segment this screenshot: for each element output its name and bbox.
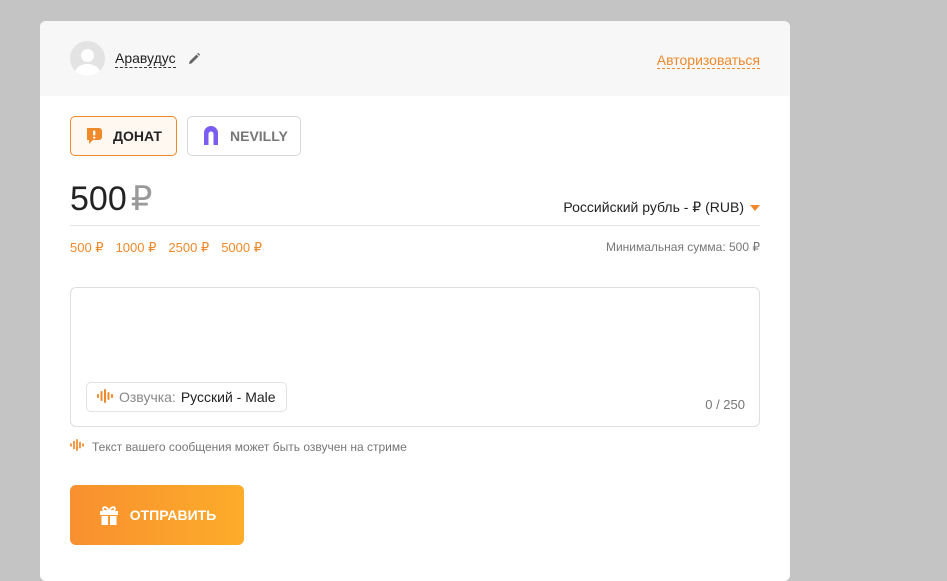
gift-icon [98, 504, 120, 526]
voice-select[interactable]: Озвучка: Русский - Male [86, 382, 287, 412]
donation-card: Аравудус Авторизоваться ДОНАТ NEVILLY 50… [40, 21, 790, 581]
amount-currency: ₽ [130, 180, 153, 218]
send-label: ОТПРАВИТЬ [129, 507, 217, 523]
voice-value: Русский - Male [180, 389, 276, 405]
hint-text: Текст вашего сообщения может быть озвуче… [92, 439, 407, 454]
donat-logo-icon [85, 126, 103, 146]
caret-down-icon [750, 204, 760, 211]
username[interactable]: Аравудус [115, 50, 176, 68]
message-input[interactable]: Озвучка: Русский - Male 0 / 250 [70, 287, 760, 427]
divider [70, 225, 760, 226]
min-sum-label: Минимальная сумма: 500 ₽ [605, 240, 760, 254]
preset-2500[interactable]: 2500 ₽ [168, 240, 209, 256]
send-button[interactable]: ОТПРАВИТЬ [70, 485, 244, 545]
amount-value: 500 [70, 180, 127, 218]
currency-select[interactable]: Российский рубль - ₽ (RUB) [563, 199, 760, 216]
tab-donat[interactable]: ДОНАТ [70, 116, 177, 156]
voice-label: Озвучка: [119, 389, 176, 405]
voice-hint: Текст вашего сообщения может быть озвуче… [70, 439, 407, 454]
preset-500[interactable]: 500 ₽ [70, 240, 104, 256]
currency-selected: Российский рубль - ₽ (RUB) [563, 199, 744, 215]
pencil-icon[interactable] [187, 52, 201, 66]
sound-wave-icon [70, 439, 84, 454]
char-counter: 0 / 250 [705, 397, 745, 412]
preset-1000[interactable]: 1000 ₽ [116, 240, 157, 256]
avatar [70, 41, 105, 76]
preset-5000[interactable]: 5000 ₽ [221, 240, 262, 256]
tab-donat-label: ДОНАТ [113, 128, 162, 144]
amount-presets: 500 ₽ 1000 ₽ 2500 ₽ 5000 ₽ [70, 240, 262, 256]
nevilly-logo-icon [202, 126, 220, 146]
sound-wave-icon [97, 388, 113, 406]
card-header: Аравудус Авторизоваться [40, 21, 790, 96]
tab-nevilly[interactable]: NEVILLY [187, 116, 301, 156]
tab-nevilly-label: NEVILLY [230, 128, 288, 144]
login-link[interactable]: Авторизоваться [656, 52, 760, 69]
amount-field[interactable]: 500 ₽ [70, 179, 152, 219]
